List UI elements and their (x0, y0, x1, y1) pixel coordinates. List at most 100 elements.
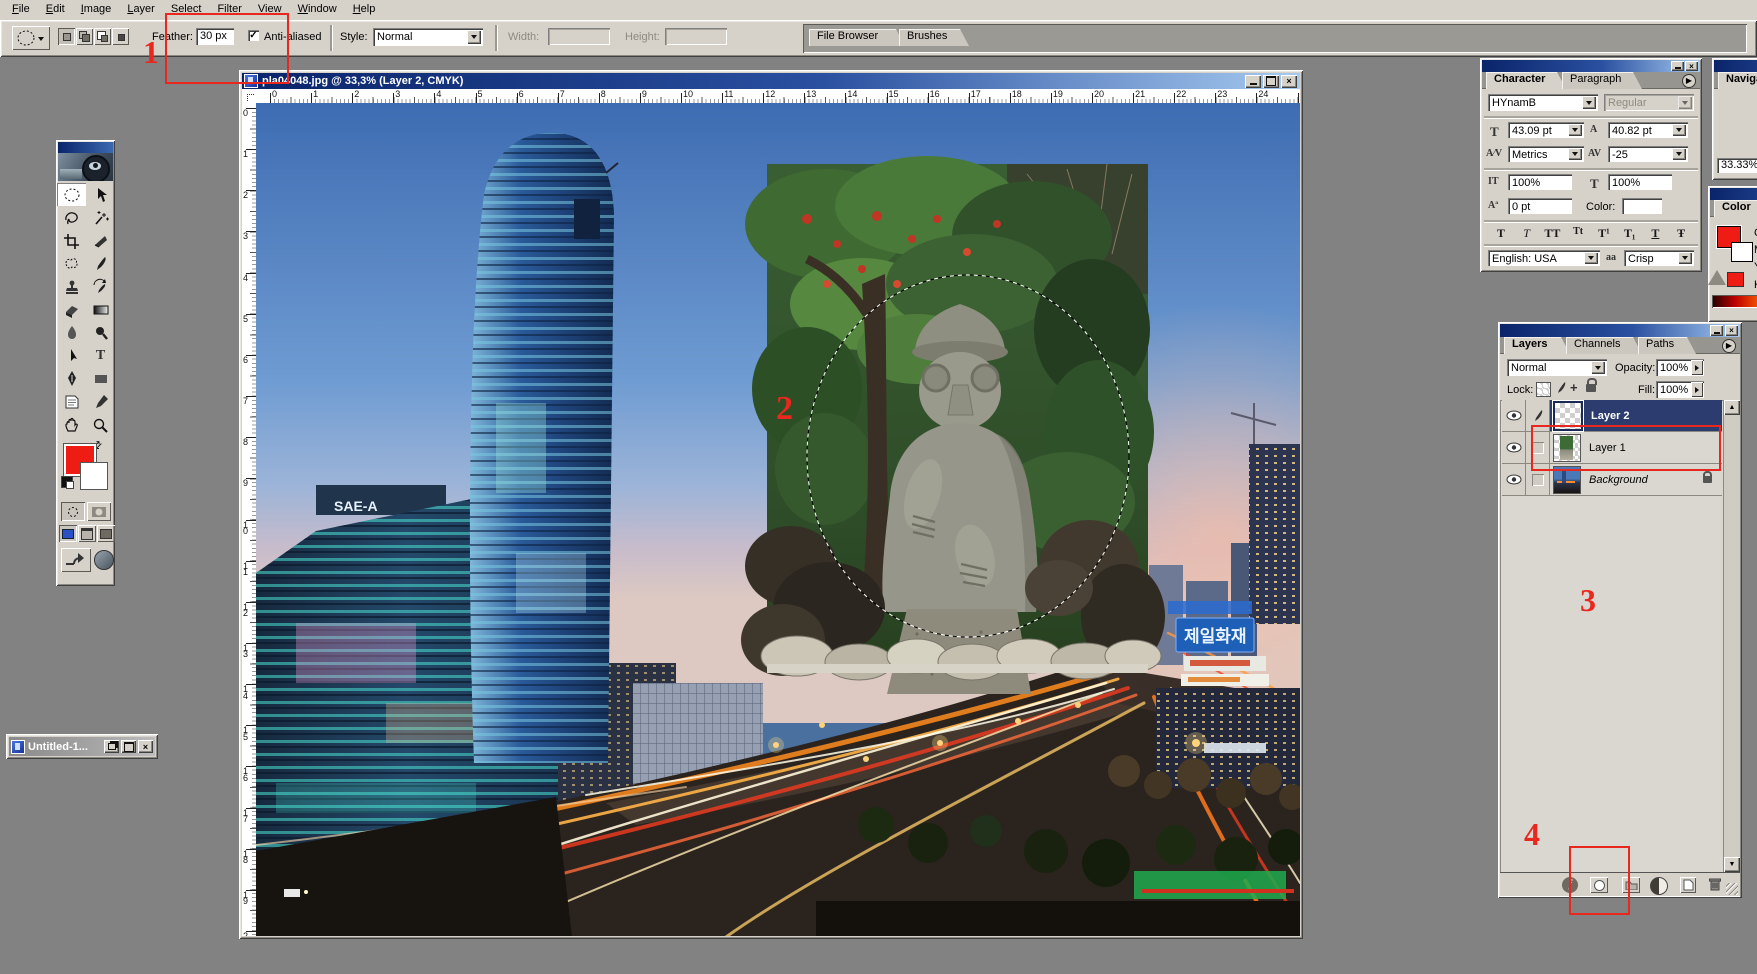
selection-mode-subtract-button[interactable] (94, 28, 111, 45)
layers-menu-icon[interactable]: ▶ (1722, 339, 1736, 353)
palette-menu-icon[interactable]: ▶ (1682, 74, 1696, 88)
layers-close-button[interactable]: × (1725, 325, 1738, 336)
tool-type[interactable]: T (86, 344, 115, 367)
anti-alias-arrow-icon[interactable] (1678, 252, 1692, 264)
tool-zoom[interactable] (86, 413, 115, 436)
underline-button[interactable]: T (1643, 226, 1669, 242)
horizontal-scale-input[interactable]: 100% (1608, 174, 1672, 190)
all-caps-button[interactable]: TT (1540, 226, 1566, 242)
selection-mode-new-button[interactable] (58, 28, 75, 45)
tool-blur[interactable] (57, 321, 86, 344)
kerning-dropdown[interactable]: Metrics (1508, 146, 1584, 162)
tool-patch[interactable] (57, 252, 86, 275)
toolbox-titlebar[interactable] (58, 142, 113, 153)
lock-image-icon[interactable] (1554, 381, 1568, 398)
current-tool-button[interactable] (12, 26, 50, 50)
leading-arrow-icon[interactable] (1672, 124, 1686, 136)
font-size-arrow-icon[interactable] (1568, 124, 1582, 136)
color-background-swatch[interactable] (1731, 242, 1753, 262)
tool-gradient[interactable] (86, 298, 115, 321)
text-color-swatch[interactable] (1622, 198, 1662, 214)
fullscreen-button[interactable] (97, 525, 115, 542)
tool-history-brush[interactable] (86, 275, 115, 298)
faux-bold-button[interactable]: T (1488, 226, 1514, 242)
kerning-arrow-icon[interactable] (1568, 148, 1582, 160)
tool-slice[interactable] (86, 229, 115, 252)
gamut-warning-icon[interactable] (1708, 270, 1726, 285)
leading-dropdown[interactable]: 40.82 pt (1608, 122, 1688, 138)
tool-move[interactable] (86, 183, 115, 206)
visibility-toggle[interactable] (1502, 464, 1526, 495)
tool-shape-rectangle[interactable] (86, 367, 115, 390)
lock-all-icon[interactable] (1586, 384, 1596, 392)
default-colors-icon[interactable] (61, 476, 73, 488)
jump-to-imageready-button[interactable] (61, 548, 91, 572)
superscript-button[interactable]: T¹ (1591, 226, 1617, 242)
canvas[interactable]: SAE-A (256, 103, 1300, 936)
standard-mode-button[interactable] (61, 502, 85, 521)
selection-mode-intersect-button[interactable] (112, 28, 129, 45)
baseline-shift-input[interactable]: 0 pt (1508, 198, 1572, 214)
photoshop-logo[interactable] (58, 153, 113, 181)
tool-elliptical-marquee[interactable] (57, 183, 86, 206)
new-adjustment-layer-button[interactable] (1650, 877, 1668, 895)
standard-screen-button[interactable] (59, 525, 77, 542)
tool-pen[interactable] (57, 367, 86, 390)
faux-italic-button[interactable]: T (1514, 226, 1540, 242)
font-size-dropdown[interactable]: 43.09 pt (1508, 122, 1584, 138)
blend-mode-dropdown[interactable]: Normal (1507, 359, 1607, 376)
palette-close-button[interactable]: × (1685, 61, 1698, 71)
selection-mode-add-button[interactable] (76, 28, 93, 45)
new-layer-button[interactable] (1680, 877, 1696, 893)
language-arrow-icon[interactable] (1584, 252, 1598, 264)
tool-path-selection[interactable] (57, 344, 86, 367)
menu-file[interactable]: File (4, 0, 38, 17)
tab-color[interactable]: Color (1714, 200, 1757, 217)
tab-layers[interactable]: Layers (1504, 337, 1570, 354)
opacity-slider-icon[interactable] (1691, 360, 1703, 375)
tab-brushes[interactable]: Brushes (899, 29, 969, 46)
layers-scrollbar[interactable]: ▲ ▼ (1723, 400, 1740, 872)
resize-grip[interactable] (1726, 883, 1738, 895)
document-titlebar[interactable]: pla04048.jpg @ 33,3% (Layer 2, CMYK) × (242, 73, 1300, 89)
menu-window[interactable]: Window (290, 0, 345, 17)
color-ramp[interactable] (1712, 295, 1757, 308)
character-palette-titlebar[interactable]: × (1482, 60, 1700, 72)
menu-layer[interactable]: Layer (119, 0, 163, 17)
font-family-arrow-icon[interactable] (1582, 96, 1596, 109)
scroll-down-icon[interactable]: ▼ (1724, 857, 1740, 872)
layers-minimize-button[interactable] (1710, 325, 1723, 336)
background-color-swatch[interactable] (80, 462, 108, 490)
restore-button[interactable] (104, 740, 119, 753)
lock-position-icon[interactable]: + (1570, 380, 1578, 395)
tab-navigator[interactable]: Navigat (1718, 72, 1757, 89)
navigator-titlebar[interactable] (1714, 60, 1757, 72)
fill-input[interactable]: 100% (1656, 381, 1704, 398)
color-palette-titlebar[interactable] (1710, 188, 1757, 200)
tool-crop[interactable] (57, 229, 86, 252)
tool-dodge[interactable] (86, 321, 115, 344)
tool-clone-stamp[interactable] (57, 275, 86, 298)
tab-file-browser[interactable]: File Browser (809, 29, 905, 46)
tab-channels[interactable]: Channels (1566, 337, 1642, 354)
opacity-input[interactable]: 100% (1656, 359, 1704, 376)
scroll-up-icon[interactable]: ▲ (1724, 400, 1740, 415)
tool-magic-wand[interactable] (86, 206, 115, 229)
fill-slider-icon[interactable] (1691, 382, 1703, 397)
tab-character[interactable]: Character (1486, 72, 1566, 89)
lock-transparency-icon[interactable] (1536, 382, 1551, 397)
quick-mask-mode-button[interactable] (87, 502, 111, 521)
language-dropdown[interactable]: English: USA (1488, 250, 1600, 266)
tab-paragraph[interactable]: Paragraph (1562, 72, 1642, 89)
maximize-button[interactable] (121, 740, 136, 753)
fullscreen-menubar-button[interactable] (78, 525, 96, 542)
font-family-dropdown[interactable]: HYnamB (1488, 94, 1598, 111)
delete-layer-button[interactable] (1708, 876, 1722, 895)
subscript-button[interactable]: T₁ (1617, 226, 1643, 242)
menu-image[interactable]: Image (73, 0, 120, 17)
visibility-toggle[interactable] (1502, 432, 1526, 463)
minimized-titlebar[interactable]: Untitled-1... × (9, 737, 155, 756)
blend-mode-arrow-icon[interactable] (1591, 361, 1605, 374)
ruler-corner[interactable] (242, 89, 257, 104)
tracking-dropdown[interactable]: -25 (1608, 146, 1688, 162)
